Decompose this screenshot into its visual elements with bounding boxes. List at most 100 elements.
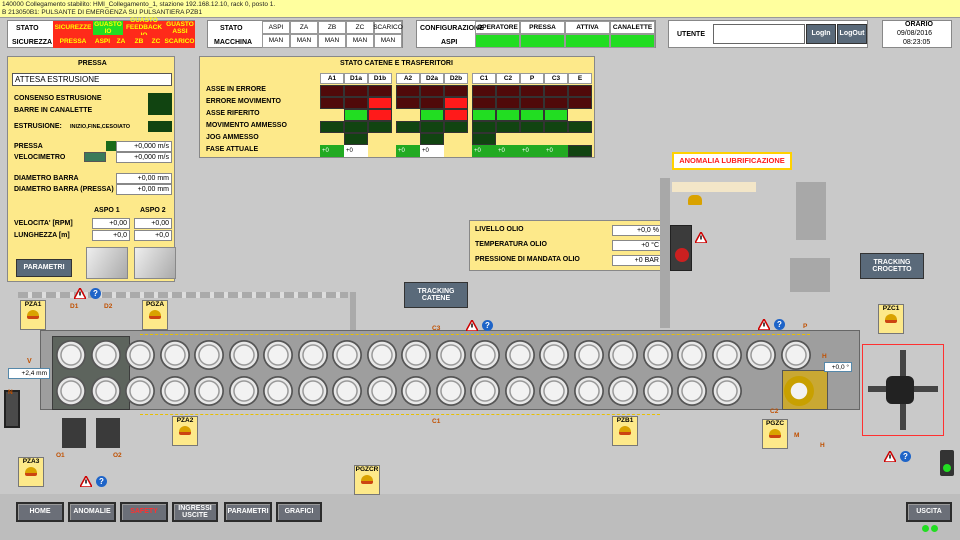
nav-safety-button[interactable]: SAFETY — [120, 502, 168, 522]
oil-pump — [670, 225, 692, 271]
config-indicator — [520, 34, 565, 48]
diametro-label: DIAMETRO BARRA — [14, 175, 79, 182]
catene-col: A2 — [396, 73, 420, 84]
catene-status-cell — [472, 85, 496, 97]
help-icon[interactable]: ? — [96, 476, 107, 487]
catene-status-cell — [496, 97, 520, 109]
olio-panel: LIVELLO OLIO +0,0 % TEMPERATURA OLIO +0 °C P… — [469, 220, 665, 271]
warning-icon[interactable] — [78, 474, 94, 488]
beacon-icon — [688, 195, 702, 205]
macchina-mode: MAN — [346, 34, 374, 48]
warning-icon[interactable] — [756, 317, 772, 331]
station-pgza[interactable]: PGZA — [142, 300, 168, 330]
help-icon[interactable]: ? — [482, 320, 493, 331]
aspo2-header: ASPO 2 — [140, 207, 166, 214]
clock-date: 09/08/2016 — [897, 30, 933, 37]
help-icon[interactable]: ? — [900, 451, 911, 462]
olio-value: +0,0 % — [612, 225, 662, 236]
fase-cell: +0 — [496, 145, 520, 157]
catene-status-cell — [420, 85, 444, 97]
olio-label: TEMPERATURA OLIO — [475, 241, 547, 248]
pressa-status-field: ATTESA ESTRUSIONE — [12, 73, 172, 86]
catene-col: C2 — [496, 73, 520, 84]
plant-label: H — [822, 353, 827, 360]
logout-button[interactable]: LogOut — [837, 24, 867, 44]
warning-icon[interactable] — [72, 286, 88, 300]
frame-structure — [672, 182, 756, 192]
pressa-indicator: PRESSA — [53, 35, 93, 48]
roller — [332, 376, 362, 406]
aspi-indicator: ASPI — [93, 35, 112, 48]
login-button[interactable]: LogIn — [806, 24, 836, 44]
warning-icon[interactable] — [693, 230, 709, 244]
station-pzc1[interactable]: PZC1 — [878, 304, 904, 334]
parametri-button[interactable]: PARAMETRI — [16, 259, 72, 277]
pump-icon — [675, 248, 689, 262]
catene-status-cell — [544, 109, 568, 121]
roller — [642, 376, 673, 406]
pressa-panel: PRESSA ATTESA ESTRUSIONE CONSENSO ESTRUS… — [7, 56, 176, 282]
nav-grafici-button[interactable]: GRAFICI — [276, 502, 322, 522]
roller — [470, 340, 500, 370]
fase-cell: +0 — [420, 145, 444, 157]
nav-home-button[interactable]: HOME — [16, 502, 64, 522]
tracking-crocetto-button[interactable]: TRACKING CROCETTO — [860, 253, 924, 279]
frame-structure — [790, 258, 830, 292]
warning-icon[interactable] — [882, 449, 898, 463]
catene-status-cell — [420, 133, 444, 145]
catene-col: D2a — [420, 73, 444, 84]
catene-col: D1a — [344, 73, 368, 84]
nav-ingressi-uscite-button[interactable]: INGRESSI USCITE — [172, 502, 218, 522]
macchina-label: MACCHINA — [214, 39, 253, 46]
catene-col: E — [568, 73, 592, 84]
catene-status-cell — [544, 97, 568, 109]
catene-status-cell — [496, 85, 520, 97]
roller — [56, 340, 86, 370]
aspo2-icon — [134, 247, 176, 279]
catene-status-cell — [368, 121, 392, 133]
macchina-head: ZC — [346, 21, 374, 34]
velocimetro-toggle[interactable] — [84, 152, 106, 162]
pressa-run-indicator — [106, 141, 116, 151]
help-icon[interactable]: ? — [774, 319, 785, 330]
catene-col: C1 — [472, 73, 496, 84]
nav-anomalie-button[interactable]: ANOMALIE — [68, 502, 116, 522]
catene-status-cell — [568, 97, 592, 109]
beacon-icon — [619, 426, 631, 435]
tracking-catene-button[interactable]: TRACKING CATENE — [404, 282, 468, 308]
station-pza3[interactable]: PZA3 — [18, 457, 44, 487]
roller — [435, 340, 466, 370]
user-field[interactable] — [713, 24, 805, 44]
nav-parametri-button[interactable]: PARAMETRI — [224, 502, 272, 522]
station-pgzc[interactable]: PGZC — [762, 419, 788, 449]
beacon-icon — [149, 310, 161, 319]
catene-status-cell — [472, 97, 496, 109]
roller — [159, 376, 190, 406]
consenso-label: CONSENSO ESTRUSIONE — [14, 95, 102, 102]
station-pza2[interactable]: PZA2 — [172, 416, 198, 446]
station-pzb1[interactable]: PZB1 — [612, 416, 638, 446]
station-pgzcr[interactable]: PGZCR — [354, 465, 380, 495]
clock-label: ORARIO — [905, 21, 933, 28]
anomalia-lubrificazione-alert[interactable]: ANOMALIA LUBRIFICAZIONE — [672, 152, 792, 170]
plant-label: O2 — [113, 452, 122, 459]
catene-status-cell — [396, 97, 420, 109]
station-pza1[interactable]: PZA1 — [20, 300, 46, 330]
velocita-aspo2: +0,00 — [134, 218, 172, 229]
alarm-bar: 140000 Collegamento stabilito: HMI_Colle… — [0, 0, 960, 18]
user-panel: UTENTE LogIn LogOut — [668, 20, 868, 48]
roller — [573, 376, 604, 406]
catene-status-cell — [568, 121, 592, 133]
macchina-mode: MAN — [374, 34, 402, 48]
station-label: PZA3 — [22, 458, 40, 465]
h-measure-value: +0,0 ° — [824, 362, 852, 372]
uscita-button[interactable]: USCITA — [906, 502, 952, 522]
chain-line — [140, 334, 810, 335]
warning-icon[interactable] — [464, 318, 480, 332]
help-icon[interactable]: ? — [90, 288, 101, 299]
catene-status-cell — [520, 121, 544, 133]
catene-status-cell — [568, 85, 592, 97]
diametro-value: +0,00 mm — [116, 173, 172, 184]
olio-label: LIVELLO OLIO — [475, 226, 524, 233]
station-label: PGZCR — [355, 466, 379, 473]
